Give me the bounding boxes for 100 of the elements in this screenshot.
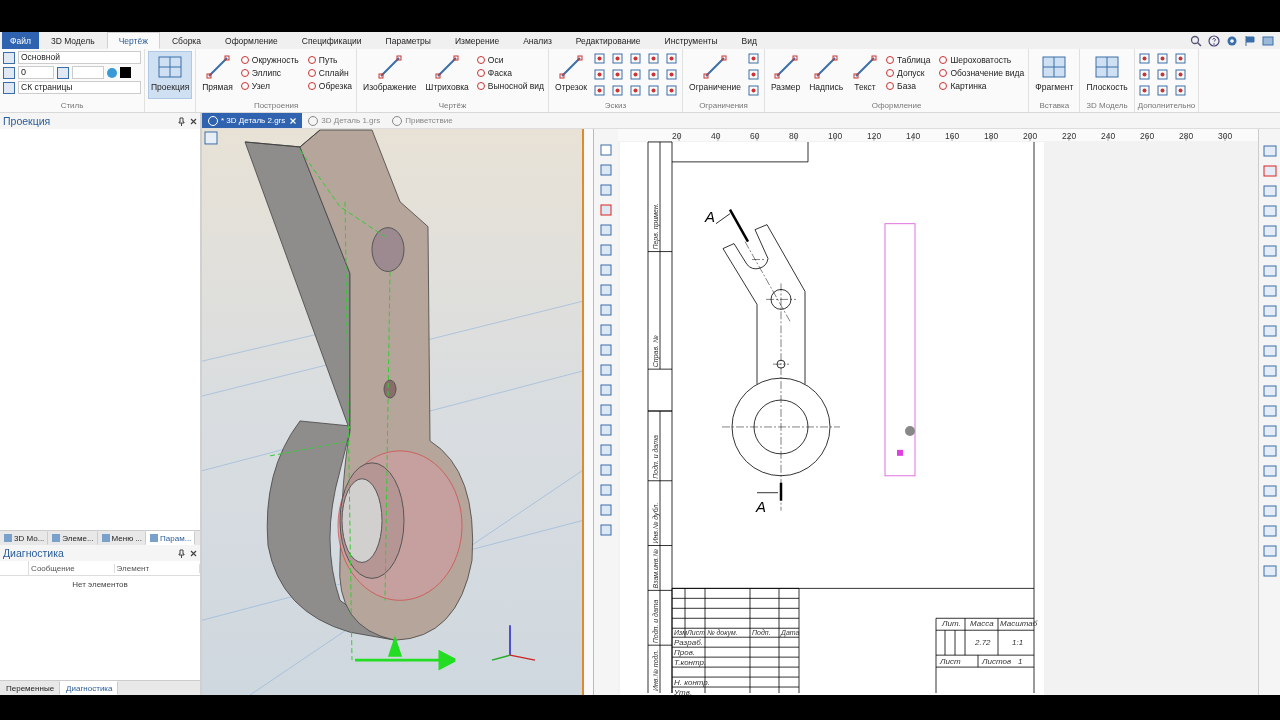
tool-icon[interactable] bbox=[598, 203, 614, 217]
ribbon-button[interactable]: Плоскость bbox=[1083, 51, 1131, 99]
tool-icon[interactable] bbox=[665, 69, 680, 81]
ribbon-button[interactable]: Прямая bbox=[199, 51, 236, 99]
tool-icon[interactable] bbox=[665, 53, 680, 65]
3d-viewport[interactable] bbox=[202, 129, 582, 695]
tool-icon[interactable] bbox=[598, 183, 614, 197]
layer-number-field[interactable]: 0 bbox=[18, 66, 54, 79]
tool-icon[interactable] bbox=[1261, 323, 1278, 339]
tool-icon[interactable] bbox=[598, 383, 614, 397]
close-icon[interactable] bbox=[190, 549, 197, 557]
tool-icon[interactable] bbox=[1261, 263, 1278, 279]
document-tab[interactable]: * 3D Деталь 2.grs bbox=[202, 113, 303, 128]
ribbon-button[interactable]: Фрагмент bbox=[1032, 51, 1077, 99]
ribbon-tool[interactable]: Путь bbox=[305, 53, 354, 66]
tool-icon[interactable] bbox=[1261, 523, 1278, 539]
tool-icon[interactable] bbox=[1261, 143, 1278, 159]
close-icon[interactable] bbox=[190, 117, 197, 125]
ribbon-button[interactable]: Проекция bbox=[148, 51, 193, 99]
ribbon-tool[interactable]: Обозначение вида bbox=[937, 66, 1026, 79]
tool-icon[interactable] bbox=[1155, 53, 1170, 65]
tool-icon[interactable] bbox=[747, 53, 761, 65]
part-3d-drawing[interactable] bbox=[244, 129, 474, 661]
tool-icon[interactable] bbox=[647, 69, 662, 81]
tool-icon[interactable] bbox=[598, 343, 614, 357]
tool-icon[interactable] bbox=[598, 403, 614, 417]
tool-icon[interactable] bbox=[598, 523, 614, 537]
ribbon-button[interactable]: Штриховка bbox=[422, 51, 472, 99]
ribbon-button[interactable]: Текст bbox=[849, 51, 882, 99]
menu-tab[interactable]: Измерение bbox=[442, 32, 512, 49]
ribbon-button[interactable]: Ограничение bbox=[686, 51, 744, 99]
column-header[interactable]: Элемент bbox=[114, 563, 200, 573]
tool-icon[interactable] bbox=[747, 85, 761, 97]
menu-tab[interactable]: Чертёж bbox=[106, 32, 160, 49]
flag-icon[interactable] bbox=[1244, 34, 1256, 47]
selection-frame[interactable] bbox=[884, 223, 916, 477]
window-icon[interactable] bbox=[1262, 34, 1274, 47]
tool-icon[interactable] bbox=[598, 163, 614, 177]
tool-icon[interactable] bbox=[1261, 363, 1278, 379]
pin-icon[interactable] bbox=[178, 548, 185, 558]
tool-icon[interactable] bbox=[1137, 69, 1152, 81]
tool-icon[interactable] bbox=[593, 69, 608, 81]
tool-icon[interactable] bbox=[1261, 243, 1278, 259]
pin-icon[interactable] bbox=[178, 116, 185, 126]
handle-marker[interactable] bbox=[897, 449, 903, 456]
layer-dropdown[interactable]: Основной bbox=[18, 51, 141, 64]
tool-icon[interactable] bbox=[598, 423, 614, 437]
tool-icon[interactable] bbox=[1261, 223, 1278, 239]
ribbon-tool[interactable]: Картинка bbox=[937, 79, 1026, 92]
menu-tab[interactable]: Сборка bbox=[159, 32, 213, 49]
tool-icon[interactable] bbox=[1261, 543, 1278, 559]
ribbon-tool[interactable]: Шероховатость bbox=[937, 53, 1026, 66]
tool-icon[interactable] bbox=[1261, 163, 1278, 179]
tool-icon[interactable] bbox=[1261, 203, 1278, 219]
tool-icon[interactable] bbox=[1261, 423, 1278, 439]
document-tab[interactable]: 3D Деталь 1.grs bbox=[302, 113, 387, 128]
menu-tab[interactable]: Инструменты bbox=[652, 32, 730, 49]
color-swatch[interactable] bbox=[120, 67, 131, 78]
menu-tab[interactable]: Файл bbox=[2, 32, 39, 49]
tool-icon[interactable] bbox=[598, 223, 614, 237]
column-header[interactable]: Сообщение bbox=[29, 563, 115, 573]
tool-icon[interactable] bbox=[598, 323, 614, 337]
tool-icon[interactable] bbox=[647, 85, 662, 97]
tool-icon[interactable] bbox=[1261, 443, 1278, 459]
tool-icon[interactable] bbox=[1261, 383, 1278, 399]
ribbon-tool[interactable]: Допуск bbox=[884, 66, 932, 79]
tool-icon[interactable] bbox=[598, 303, 614, 317]
tool-icon[interactable] bbox=[747, 69, 761, 81]
tool-icon[interactable] bbox=[598, 363, 614, 377]
search-icon[interactable] bbox=[1190, 34, 1202, 47]
tool-icon[interactable] bbox=[1261, 403, 1278, 419]
menu-tab[interactable]: Анализ bbox=[511, 32, 564, 49]
ribbon-button[interactable]: Надпись bbox=[806, 51, 847, 99]
drawing-canvas[interactable] bbox=[618, 129, 1258, 695]
menu-tab[interactable]: Спецификации bbox=[289, 32, 374, 49]
tool-icon[interactable] bbox=[1261, 183, 1278, 199]
ribbon-tool[interactable]: Сплайн bbox=[305, 66, 354, 79]
menu-tab[interactable]: Редактирование bbox=[563, 32, 653, 49]
ribbon-tool[interactable]: Фаска bbox=[474, 66, 545, 79]
tool-icon[interactable] bbox=[1137, 85, 1152, 97]
tool-icon[interactable] bbox=[1173, 53, 1188, 65]
ribbon-tool[interactable]: Таблица bbox=[884, 53, 932, 66]
tool-icon[interactable] bbox=[1261, 563, 1278, 579]
drag-arrow-icon[interactable] bbox=[353, 638, 457, 671]
tool-icon[interactable] bbox=[629, 85, 644, 97]
tool-icon[interactable] bbox=[598, 243, 614, 257]
tool-icon[interactable] bbox=[665, 85, 680, 97]
ribbon-tool[interactable]: Оси bbox=[474, 53, 545, 66]
tool-icon[interactable] bbox=[598, 143, 614, 157]
panel-tab[interactable]: Парам... bbox=[146, 531, 196, 545]
number-field[interactable] bbox=[72, 66, 104, 79]
ribbon-button[interactable]: Отрезок bbox=[552, 51, 591, 99]
tool-icon[interactable] bbox=[1261, 483, 1278, 499]
ribbon-tool[interactable]: База bbox=[884, 79, 932, 92]
panel-tab[interactable]: Диагностика bbox=[60, 681, 119, 695]
ribbon-tool[interactable]: Выносной вид bbox=[474, 79, 545, 92]
tool-icon[interactable] bbox=[629, 69, 644, 81]
color-palette-icon[interactable] bbox=[107, 67, 117, 78]
tool-icon[interactable] bbox=[1173, 85, 1188, 97]
ribbon-tool[interactable]: Эллипс bbox=[238, 66, 300, 79]
